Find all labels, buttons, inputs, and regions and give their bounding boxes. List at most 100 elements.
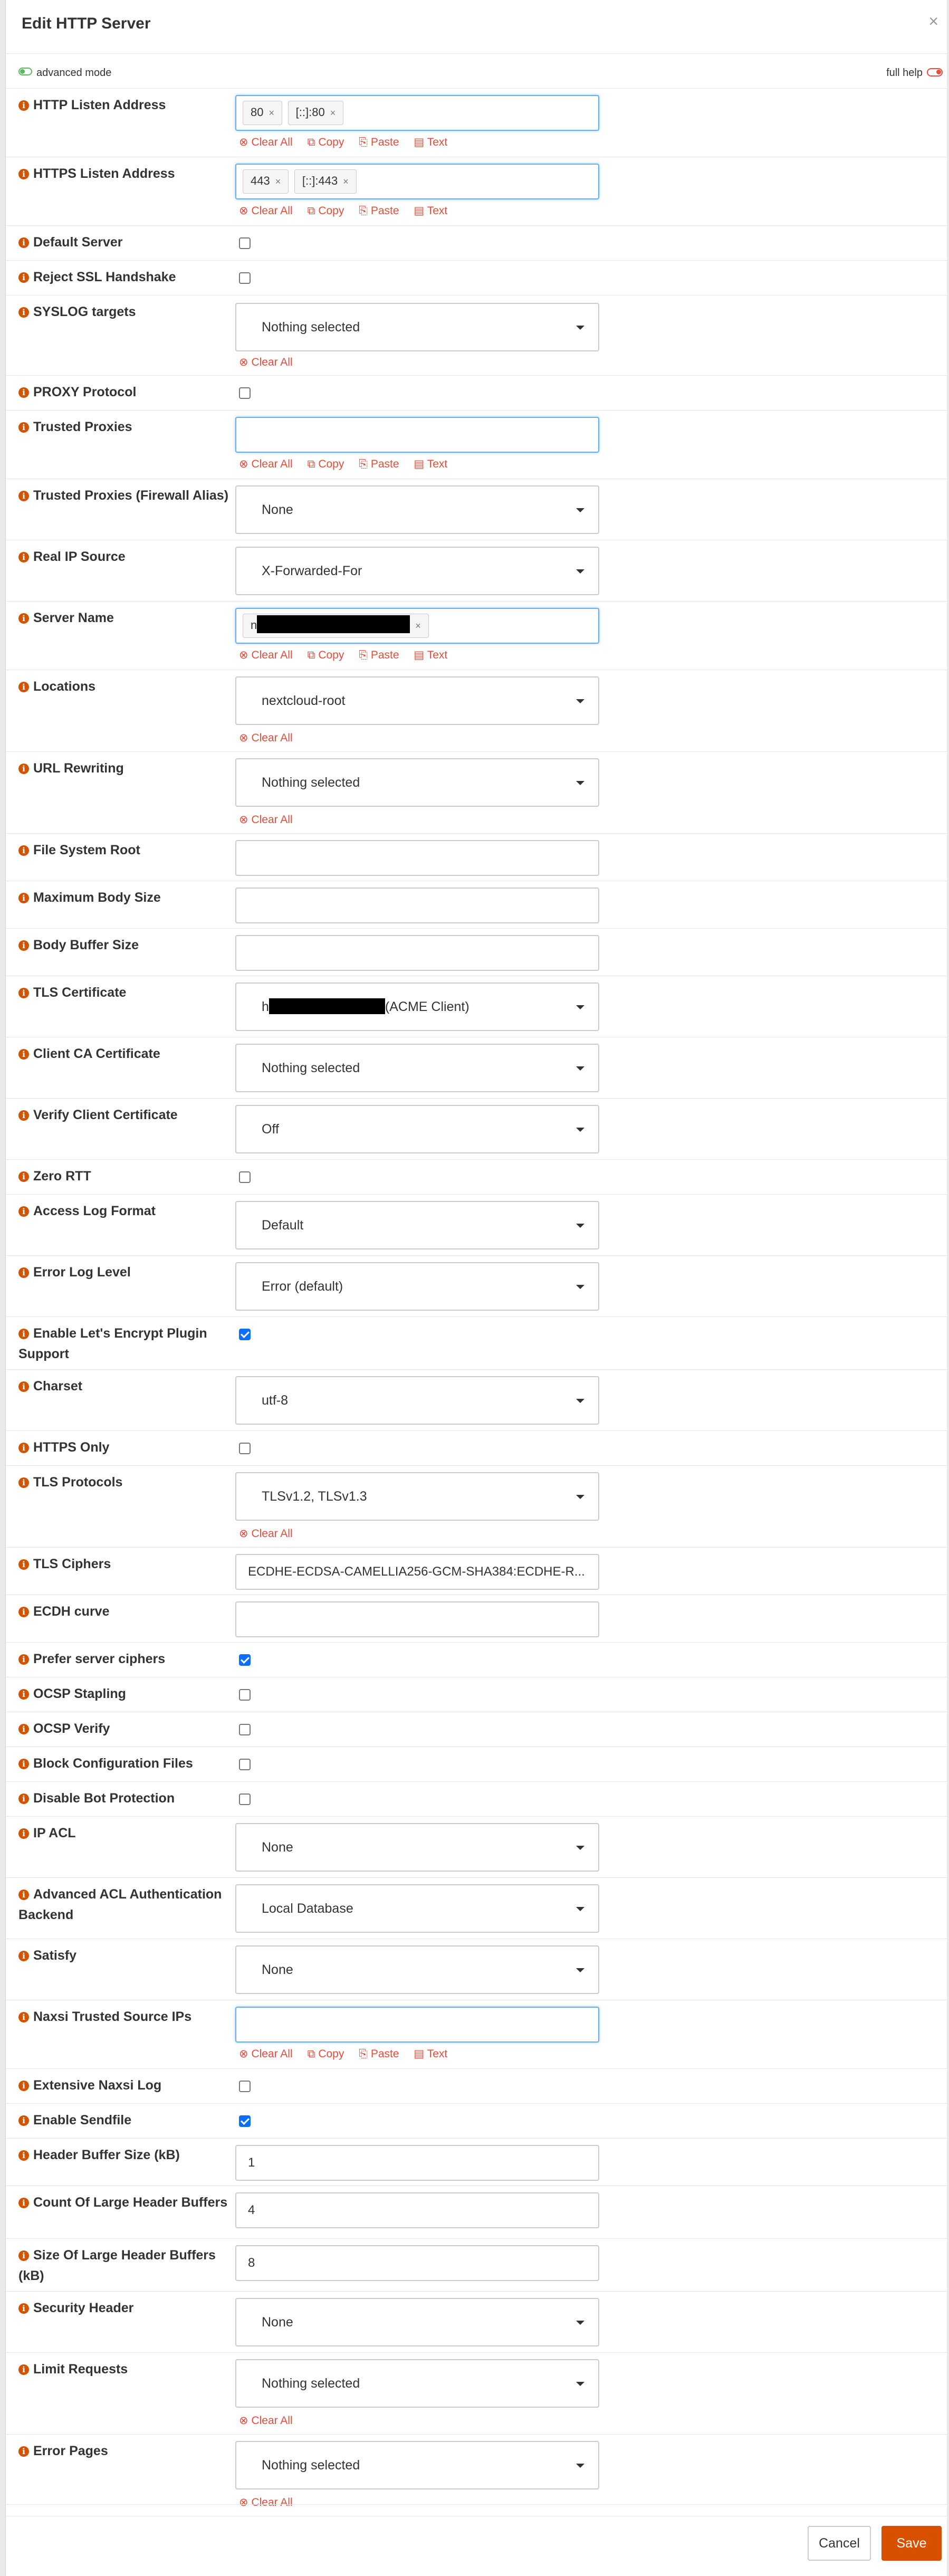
clear-all-link[interactable]: ⊗ Clear All xyxy=(239,136,293,148)
letsencrypt-support-checkbox[interactable] xyxy=(239,1329,251,1340)
prefer-server-ciphers-checkbox[interactable] xyxy=(239,1654,251,1666)
info-icon[interactable]: i xyxy=(18,1267,29,1278)
clear-all-link[interactable]: ⊗ Clear All xyxy=(239,2048,293,2060)
ocsp-verify-checkbox[interactable] xyxy=(239,1724,251,1735)
close-icon[interactable]: × xyxy=(928,12,938,31)
info-icon[interactable]: i xyxy=(18,2364,29,2375)
maximum-body-size-input[interactable] xyxy=(235,888,599,923)
info-icon[interactable]: i xyxy=(18,237,29,248)
server-name-input[interactable]: n × xyxy=(235,608,599,644)
body-buffer-size-input[interactable] xyxy=(235,935,599,971)
trusted-proxies-alias-select[interactable]: None xyxy=(235,485,599,534)
info-icon[interactable]: i xyxy=(18,422,29,433)
clear-all-link[interactable]: ⊗ Clear All xyxy=(239,1528,293,1540)
text-link[interactable]: ▤ Text xyxy=(414,649,447,661)
ocsp-stapling-checkbox[interactable] xyxy=(239,1689,251,1701)
text-link[interactable]: ▤ Text xyxy=(414,458,447,470)
info-icon[interactable]: i xyxy=(18,552,29,562)
info-icon[interactable]: i xyxy=(18,387,29,398)
real-ip-source-select[interactable]: X-Forwarded-For xyxy=(235,547,599,595)
info-icon[interactable]: i xyxy=(18,1951,29,1961)
remove-token-icon[interactable]: × xyxy=(330,108,336,118)
info-icon[interactable]: i xyxy=(18,2446,29,2457)
naxsi-trusted-ips-input[interactable] xyxy=(235,2007,599,2043)
info-icon[interactable]: i xyxy=(18,1381,29,1392)
paste-link[interactable]: ⎘ Paste xyxy=(359,136,399,148)
proxy-protocol-checkbox[interactable] xyxy=(239,387,251,399)
info-icon[interactable]: i xyxy=(18,272,29,283)
info-icon[interactable]: i xyxy=(18,2150,29,2161)
access-log-format-select[interactable]: Default xyxy=(235,1201,599,1249)
default-server-checkbox[interactable] xyxy=(239,237,251,249)
copy-link[interactable]: ⧉ Copy xyxy=(307,136,344,148)
large-header-count-input[interactable]: 4 xyxy=(235,2192,599,2228)
info-icon[interactable]: i xyxy=(18,613,29,624)
file-system-root-input[interactable] xyxy=(235,840,599,876)
info-icon[interactable]: i xyxy=(18,1110,29,1121)
paste-link[interactable]: ⎘ Paste xyxy=(359,2048,399,2060)
security-header-select[interactable]: None xyxy=(235,2298,599,2346)
ecdh-curve-input[interactable] xyxy=(235,1601,599,1637)
save-button[interactable]: Save xyxy=(881,2526,942,2561)
full-help-toggle[interactable] xyxy=(927,68,943,77)
disable-bot-protection-checkbox[interactable] xyxy=(239,1793,251,1805)
info-icon[interactable]: i xyxy=(18,1171,29,1182)
info-icon[interactable]: i xyxy=(18,2012,29,2022)
copy-link[interactable]: ⧉ Copy xyxy=(307,205,344,217)
text-link[interactable]: ▤ Text xyxy=(414,205,447,217)
satisfy-select[interactable]: None xyxy=(235,1945,599,1994)
limit-requests-select[interactable]: Nothing selected xyxy=(235,2359,599,2408)
remove-token-icon[interactable]: × xyxy=(269,108,274,118)
info-icon[interactable]: i xyxy=(18,940,29,951)
locations-select[interactable]: nextcloud-root xyxy=(235,676,599,725)
clear-all-link[interactable]: ⊗ Clear All xyxy=(239,205,293,217)
verify-client-certificate-select[interactable]: Off xyxy=(235,1105,599,1153)
url-rewriting-select[interactable]: Nothing selected xyxy=(235,758,599,807)
advanced-acl-backend-select[interactable]: Local Database xyxy=(235,1884,599,1933)
clear-all-link[interactable]: ⊗ Clear All xyxy=(239,649,293,661)
error-pages-select[interactable]: Nothing selected xyxy=(235,2441,599,2489)
remove-token-icon[interactable]: × xyxy=(275,176,281,187)
info-icon[interactable]: i xyxy=(18,1654,29,1665)
tls-certificate-select[interactable]: h (ACME Client) xyxy=(235,982,599,1031)
copy-link[interactable]: ⧉ Copy xyxy=(307,458,344,470)
info-icon[interactable]: i xyxy=(18,2250,29,2261)
paste-link[interactable]: ⎘ Paste xyxy=(359,649,399,661)
clear-all-link[interactable]: ⊗ Clear All xyxy=(239,732,293,744)
info-icon[interactable]: i xyxy=(18,1890,29,1900)
info-icon[interactable]: i xyxy=(18,845,29,856)
info-icon[interactable]: i xyxy=(18,1689,29,1700)
copy-link[interactable]: ⧉ Copy xyxy=(307,2048,344,2060)
text-link[interactable]: ▤ Text xyxy=(414,136,447,148)
clear-all-link[interactable]: ⊗ Clear All xyxy=(239,2415,293,2427)
info-icon[interactable]: i xyxy=(18,2303,29,2314)
info-icon[interactable]: i xyxy=(18,1477,29,1488)
info-icon[interactable]: i xyxy=(18,2198,29,2208)
copy-link[interactable]: ⧉ Copy xyxy=(307,649,344,661)
tls-protocols-select[interactable]: TLSv1.2, TLSv1.3 xyxy=(235,1472,599,1521)
remove-token-icon[interactable]: × xyxy=(415,621,421,631)
trusted-proxies-input[interactable] xyxy=(235,417,599,453)
large-header-size-input[interactable]: 8 xyxy=(235,2245,599,2281)
enable-sendfile-checkbox[interactable] xyxy=(239,2115,251,2127)
info-icon[interactable]: i xyxy=(18,682,29,692)
info-icon[interactable]: i xyxy=(18,1828,29,1839)
info-icon[interactable]: i xyxy=(18,1759,29,1769)
ip-acl-select[interactable]: None xyxy=(235,1823,599,1872)
clear-all-link[interactable]: ⊗ Clear All xyxy=(239,458,293,470)
info-icon[interactable]: i xyxy=(18,1559,29,1570)
error-log-level-select[interactable]: Error (default) xyxy=(235,1262,599,1311)
advanced-mode-toggle[interactable] xyxy=(18,68,32,75)
text-link[interactable]: ▤ Text xyxy=(414,2048,447,2060)
charset-select[interactable]: utf-8 xyxy=(235,1376,599,1425)
remove-token-icon[interactable]: × xyxy=(343,176,349,187)
info-icon[interactable]: i xyxy=(18,169,29,179)
extensive-naxsi-log-checkbox[interactable] xyxy=(239,2081,251,2092)
http-listen-address-input[interactable]: 80 × [::]:80 × xyxy=(235,95,599,131)
info-icon[interactable]: i xyxy=(18,2081,29,2091)
info-icon[interactable]: i xyxy=(18,100,29,111)
reject-ssl-handshake-checkbox[interactable] xyxy=(239,272,251,284)
info-icon[interactable]: i xyxy=(18,1724,29,1734)
clear-all-link[interactable]: ⊗ Clear All xyxy=(239,814,293,826)
paste-link[interactable]: ⎘ Paste xyxy=(359,205,399,217)
